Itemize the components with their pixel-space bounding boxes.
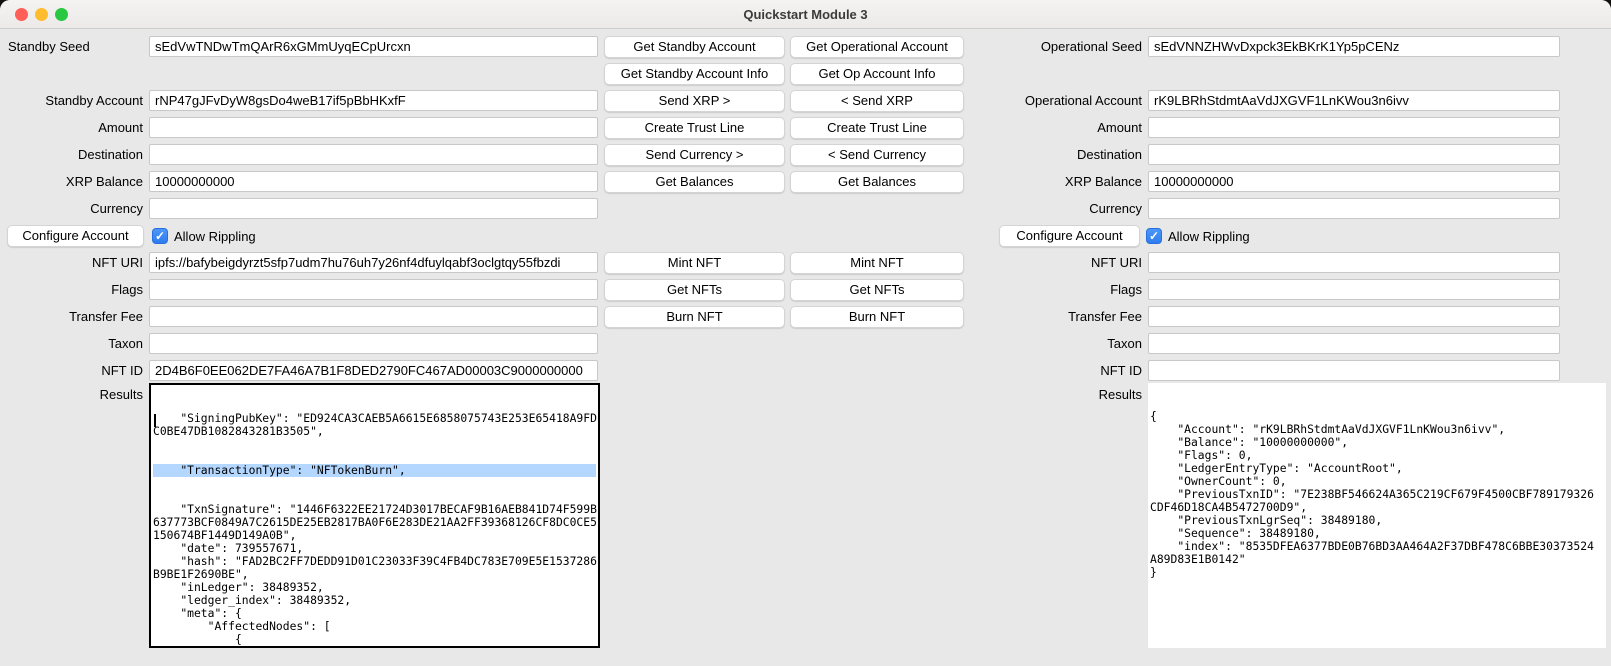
- operational-allow-rippling-label: Allow Rippling: [1168, 229, 1250, 244]
- operational-taxon-label: Taxon: [943, 333, 1142, 354]
- get-standby-account-button[interactable]: Get Standby Account: [604, 36, 785, 58]
- standby-get-balances-button[interactable]: Get Balances: [604, 171, 785, 193]
- operational-taxon-input[interactable]: [1148, 333, 1560, 354]
- operational-transfer-fee-label: Transfer Fee: [943, 306, 1142, 327]
- text-cursor: [154, 414, 156, 427]
- standby-flags-label: Flags: [0, 279, 143, 300]
- standby-nft-uri-label: NFT URI: [0, 252, 143, 273]
- send-xrp-right-button[interactable]: Send XRP >: [604, 90, 785, 112]
- operational-configure-account-button[interactable]: Configure Account: [999, 225, 1140, 247]
- results-text-after-selection: "TxnSignature": "1446F6322EE21724D3017BE…: [153, 503, 596, 648]
- checkbox-checked-icon: ✓: [1146, 228, 1162, 244]
- results-text-before-selection: "SigningPubKey": "ED924CA3CAEB5A6615E685…: [153, 412, 596, 438]
- operational-allow-rippling-checkbox[interactable]: ✓ Allow Rippling: [1146, 225, 1250, 247]
- standby-currency-label: Currency: [0, 198, 143, 219]
- operational-mint-nft-button[interactable]: Mint NFT: [790, 252, 964, 274]
- send-currency-right-button[interactable]: Send Currency >: [604, 144, 785, 166]
- standby-allow-rippling-checkbox[interactable]: ✓ Allow Rippling: [152, 225, 256, 247]
- operational-nft-uri-label: NFT URI: [943, 252, 1142, 273]
- operational-nft-id-label: NFT ID: [943, 360, 1142, 381]
- standby-destination-label: Destination: [0, 144, 143, 165]
- operational-create-trust-line-button[interactable]: Create Trust Line: [790, 117, 964, 139]
- operational-results-text: { "Account": "rK9LBRhStdmtAaVdJXGVF1LnKW…: [1150, 410, 1604, 579]
- operational-flags-label: Flags: [943, 279, 1142, 300]
- standby-currency-input[interactable]: [149, 198, 598, 219]
- operational-currency-input[interactable]: [1148, 198, 1560, 219]
- standby-transfer-fee-label: Transfer Fee: [0, 306, 143, 327]
- operational-flags-input[interactable]: [1148, 279, 1560, 300]
- operational-destination-input[interactable]: [1148, 144, 1560, 165]
- standby-create-trust-line-button[interactable]: Create Trust Line: [604, 117, 785, 139]
- standby-results-label: Results: [0, 384, 143, 405]
- operational-transfer-fee-input[interactable]: [1148, 306, 1560, 327]
- operational-results-label: Results: [943, 384, 1142, 405]
- standby-flags-input[interactable]: [149, 279, 598, 300]
- standby-xrp-balance-label: XRP Balance: [0, 171, 143, 192]
- standby-allow-rippling-label: Allow Rippling: [174, 229, 256, 244]
- standby-nft-id-input[interactable]: [149, 360, 598, 381]
- standby-configure-account-button[interactable]: Configure Account: [7, 225, 144, 247]
- window-title: Quickstart Module 3: [0, 7, 1611, 22]
- standby-transfer-fee-input[interactable]: [149, 306, 598, 327]
- standby-account-label: Standby Account: [0, 90, 143, 111]
- checkbox-checked-icon: ✓: [152, 228, 168, 244]
- titlebar[interactable]: Quickstart Module 3: [0, 0, 1611, 29]
- operational-amount-input[interactable]: [1148, 117, 1560, 138]
- operational-destination-label: Destination: [943, 144, 1142, 165]
- standby-nft-uri-input[interactable]: [149, 252, 598, 273]
- standby-nft-id-label: NFT ID: [0, 360, 143, 381]
- operational-currency-label: Currency: [943, 198, 1142, 219]
- standby-amount-input[interactable]: [149, 117, 598, 138]
- standby-account-input[interactable]: [149, 90, 598, 111]
- operational-xrp-balance-input[interactable]: [1148, 171, 1560, 192]
- operational-seed-label: Operational Seed: [943, 36, 1142, 57]
- operational-get-balances-button[interactable]: Get Balances: [790, 171, 964, 193]
- standby-mint-nft-button[interactable]: Mint NFT: [604, 252, 785, 274]
- send-xrp-left-button[interactable]: < Send XRP: [790, 90, 964, 112]
- standby-taxon-input[interactable]: [149, 333, 598, 354]
- operational-results-textarea[interactable]: { "Account": "rK9LBRhStdmtAaVdJXGVF1LnKW…: [1148, 383, 1606, 648]
- send-currency-left-button[interactable]: < Send Currency: [790, 144, 964, 166]
- operational-amount-label: Amount: [943, 117, 1142, 138]
- get-op-account-info-button[interactable]: Get Op Account Info: [790, 63, 964, 85]
- operational-seed-input[interactable]: [1148, 36, 1560, 57]
- standby-seed-input[interactable]: [149, 36, 598, 57]
- operational-account-input[interactable]: [1148, 90, 1560, 111]
- operational-nft-uri-input[interactable]: [1148, 252, 1560, 273]
- get-operational-account-button[interactable]: Get Operational Account: [790, 36, 964, 58]
- standby-results-textarea[interactable]: "SigningPubKey": "ED924CA3CAEB5A6615E685…: [149, 383, 600, 648]
- standby-taxon-label: Taxon: [0, 333, 143, 354]
- operational-xrp-balance-label: XRP Balance: [943, 171, 1142, 192]
- operational-burn-nft-button[interactable]: Burn NFT: [790, 306, 964, 328]
- results-selected-line: "TransactionType": "NFTokenBurn",: [153, 464, 596, 477]
- standby-burn-nft-button[interactable]: Burn NFT: [604, 306, 785, 328]
- standby-get-nfts-button[interactable]: Get NFTs: [604, 279, 785, 301]
- operational-nft-id-input[interactable]: [1148, 360, 1560, 381]
- app-window: Quickstart Module 3 Standby Seed Standby…: [0, 0, 1611, 666]
- standby-destination-input[interactable]: [149, 144, 598, 165]
- operational-account-label: Operational Account: [943, 90, 1142, 111]
- standby-amount-label: Amount: [0, 117, 143, 138]
- standby-seed-label: Standby Seed: [8, 36, 90, 57]
- operational-get-nfts-button[interactable]: Get NFTs: [790, 279, 964, 301]
- get-standby-account-info-button[interactable]: Get Standby Account Info: [604, 63, 785, 85]
- standby-xrp-balance-input[interactable]: [149, 171, 598, 192]
